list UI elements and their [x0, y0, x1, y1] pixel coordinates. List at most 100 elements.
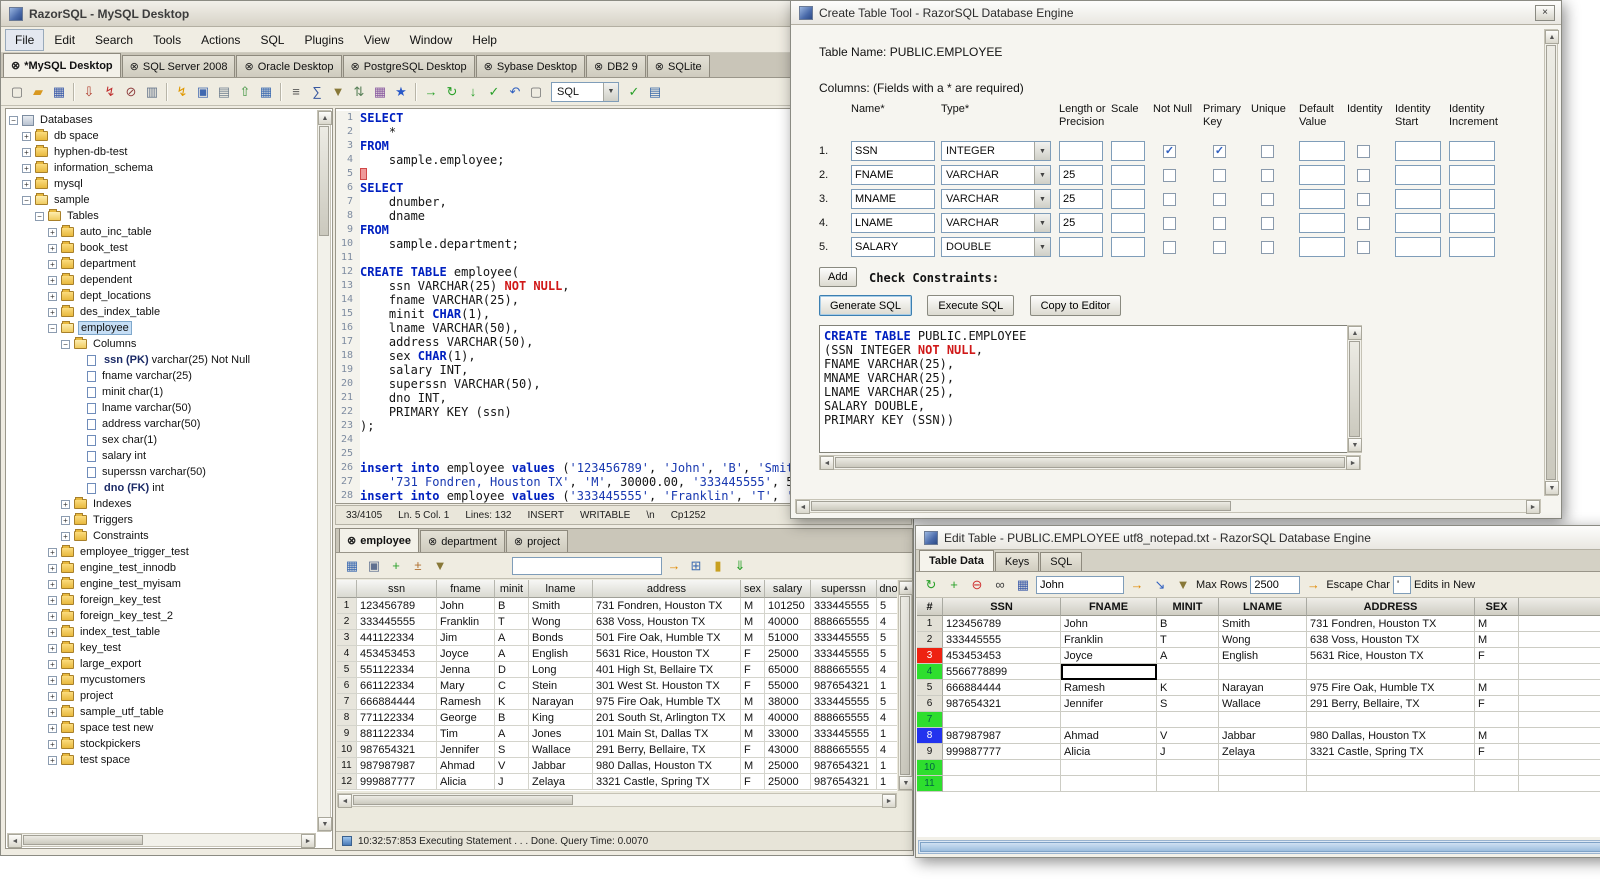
results-cell[interactable]: D [495, 662, 529, 678]
filter-icon[interactable]: ▼ [328, 82, 348, 102]
primary-key-checkbox[interactable]: ✓ [1213, 145, 1226, 158]
tree-item-dno-fk-int[interactable]: dno (FK) int [9, 480, 316, 496]
new-file-icon[interactable]: ▢ [7, 82, 27, 102]
results-cell[interactable]: 4 [877, 662, 897, 678]
tree-collapse-icon[interactable]: − [61, 339, 70, 349]
tree-item-indexes[interactable]: + Indexes [9, 496, 316, 512]
primary-key-checkbox[interactable] [1213, 193, 1226, 206]
results-cell[interactable]: 25000 [765, 774, 811, 790]
edit-cell[interactable]: S [1157, 696, 1219, 712]
tab-close-icon[interactable]: ⊗ [347, 534, 356, 547]
results-cell[interactable]: English [529, 646, 593, 662]
tree-item-foreign-key-test-2[interactable]: + foreign_key_test_2 [9, 608, 316, 624]
tab-close-icon[interactable]: ⊗ [514, 535, 523, 548]
results-row[interactable]: 11 987987987 Ahmad V Jabbar 980 Dallas, Houst… [337, 758, 897, 774]
unique-checkbox[interactable] [1261, 193, 1274, 206]
edit-cell[interactable] [1061, 664, 1157, 680]
sql-mode-dropdown[interactable]: SQL ▼ [551, 81, 619, 102]
results-cell[interactable]: 987654321 [811, 678, 877, 694]
edit-cell[interactable] [1307, 664, 1475, 680]
scale-input[interactable] [1111, 165, 1145, 185]
import-table-icon[interactable]: ⇩ [79, 82, 99, 102]
results-cell[interactable]: 987654321 [357, 742, 437, 758]
edit-cell[interactable]: M [1475, 632, 1519, 648]
chevron-down-icon[interactable]: ▼ [1034, 190, 1050, 208]
results-cell[interactable]: 441122334 [357, 630, 437, 646]
scroll-thumb[interactable] [835, 457, 1345, 468]
results-cell[interactable]: George [437, 710, 495, 726]
column-type-select[interactable]: VARCHAR ▼ [941, 165, 1051, 185]
scroll-up-icon[interactable]: ▲ [1545, 30, 1559, 44]
tab-postgresql-desktop[interactable]: ⊗ PostgreSQL Desktop [342, 55, 475, 77]
tree-item-department[interactable]: + department [9, 256, 316, 272]
find-next-icon[interactable]: → [1127, 575, 1147, 595]
tree-expand-icon[interactable]: + [48, 691, 57, 701]
default-value-input[interactable] [1299, 213, 1345, 233]
results-cell[interactable]: F [741, 678, 765, 694]
identity-increment-input[interactable] [1449, 141, 1495, 161]
edit-cell[interactable] [1157, 664, 1219, 680]
export-icon[interactable]: ⇧ [235, 82, 255, 102]
delete-row-icon[interactable]: ⊖ [967, 575, 987, 595]
tree-item-large-export[interactable]: + large_export [9, 656, 316, 672]
edit-cell[interactable]: K [1157, 680, 1219, 696]
edit-cell[interactable]: 666884444 [943, 680, 1061, 696]
filter-edit-icon[interactable]: ▼ [1173, 575, 1193, 595]
results-column-header-sex[interactable]: sex [741, 580, 765, 598]
tree-expand-icon[interactable]: + [48, 307, 57, 317]
edit-cell[interactable]: Ahmad [1061, 728, 1157, 744]
edit-cell[interactable]: F [1475, 696, 1519, 712]
tree-item-hyphen-db-test[interactable]: + hyphen-db-test [9, 144, 316, 160]
edit-cell[interactable]: 987987987 [943, 728, 1061, 744]
results-cell[interactable]: 40000 [765, 710, 811, 726]
results-cell[interactable]: A [495, 646, 529, 662]
tree-item-sample[interactable]: − sample [9, 192, 316, 208]
query-builder-icon[interactable]: ▦ [370, 82, 390, 102]
results-cell[interactable]: 5 [877, 598, 897, 614]
edit-cell[interactable] [1307, 712, 1475, 728]
menu-item-file[interactable]: File [5, 28, 45, 51]
edit-table-row[interactable]: 4 5566778899 [917, 664, 1600, 680]
results-cell[interactable]: Franklin [437, 614, 495, 630]
column-name-input[interactable] [851, 189, 935, 209]
identity-checkbox[interactable] [1357, 217, 1370, 230]
results-cell[interactable]: Smith [529, 598, 593, 614]
create-table-titlebar[interactable]: Create Table Tool - RazorSQL Database En… [791, 1, 1561, 25]
tree-item-engine-test-innodb[interactable]: + engine_test_innodb [9, 560, 316, 576]
edit-cell[interactable]: 999887777 [943, 744, 1061, 760]
menu-item-view[interactable]: View [354, 29, 400, 51]
scroll-thumb[interactable] [319, 126, 329, 236]
scroll-right-icon[interactable]: ► [1526, 500, 1540, 514]
tab-close-icon[interactable]: ⊗ [655, 60, 664, 73]
tree-item-superssn-varchar-50[interactable]: superssn varchar(50) [9, 464, 316, 480]
column-type-select[interactable]: VARCHAR ▼ [941, 189, 1051, 209]
tree-item-book-test[interactable]: + book_test [9, 240, 316, 256]
tree-item-lname-varchar-50[interactable]: lname varchar(50) [9, 400, 316, 416]
unique-checkbox[interactable] [1261, 241, 1274, 254]
results-cell[interactable]: 101250 [765, 598, 811, 614]
connect-icon[interactable]: ↯ [100, 82, 120, 102]
edit-cell[interactable] [1307, 776, 1475, 792]
execute-sql-button[interactable]: Execute SQL [927, 295, 1015, 316]
edit-cell[interactable] [1475, 760, 1519, 776]
row-number[interactable]: 11 [917, 776, 943, 792]
identity-increment-input[interactable] [1449, 213, 1495, 233]
results-column-header-ssn[interactable]: ssn [357, 580, 437, 598]
results-cell[interactable]: 881122334 [357, 726, 437, 742]
not-null-checkbox[interactable] [1163, 193, 1176, 206]
not-null-checkbox[interactable]: ✓ [1163, 145, 1176, 158]
tree-expand-icon[interactable]: + [48, 547, 57, 557]
edit-cell[interactable] [1219, 712, 1307, 728]
save-icon[interactable]: ▦ [1013, 575, 1033, 595]
results-cell[interactable]: Jenna [437, 662, 495, 678]
edit-table-row[interactable]: 8 987987987 Ahmad V Jabbar 980 Dallas, Housto… [917, 728, 1600, 744]
favorites-icon[interactable]: ★ [391, 82, 411, 102]
menu-item-edit[interactable]: Edit [44, 29, 85, 51]
results-row[interactable]: 7 666884444 Ramesh K Narayan 975 Fire Oak, Hu… [337, 694, 897, 710]
tab-sqlite[interactable]: ⊗ SQLite [646, 55, 710, 77]
row-number[interactable]: 8 [917, 728, 943, 744]
edit-column-header-fname[interactable]: FNAME [1061, 598, 1157, 616]
tree-expand-icon[interactable]: + [48, 227, 57, 237]
tree-item-dept-locations[interactable]: + dept_locations [9, 288, 316, 304]
identity-checkbox[interactable] [1357, 169, 1370, 182]
